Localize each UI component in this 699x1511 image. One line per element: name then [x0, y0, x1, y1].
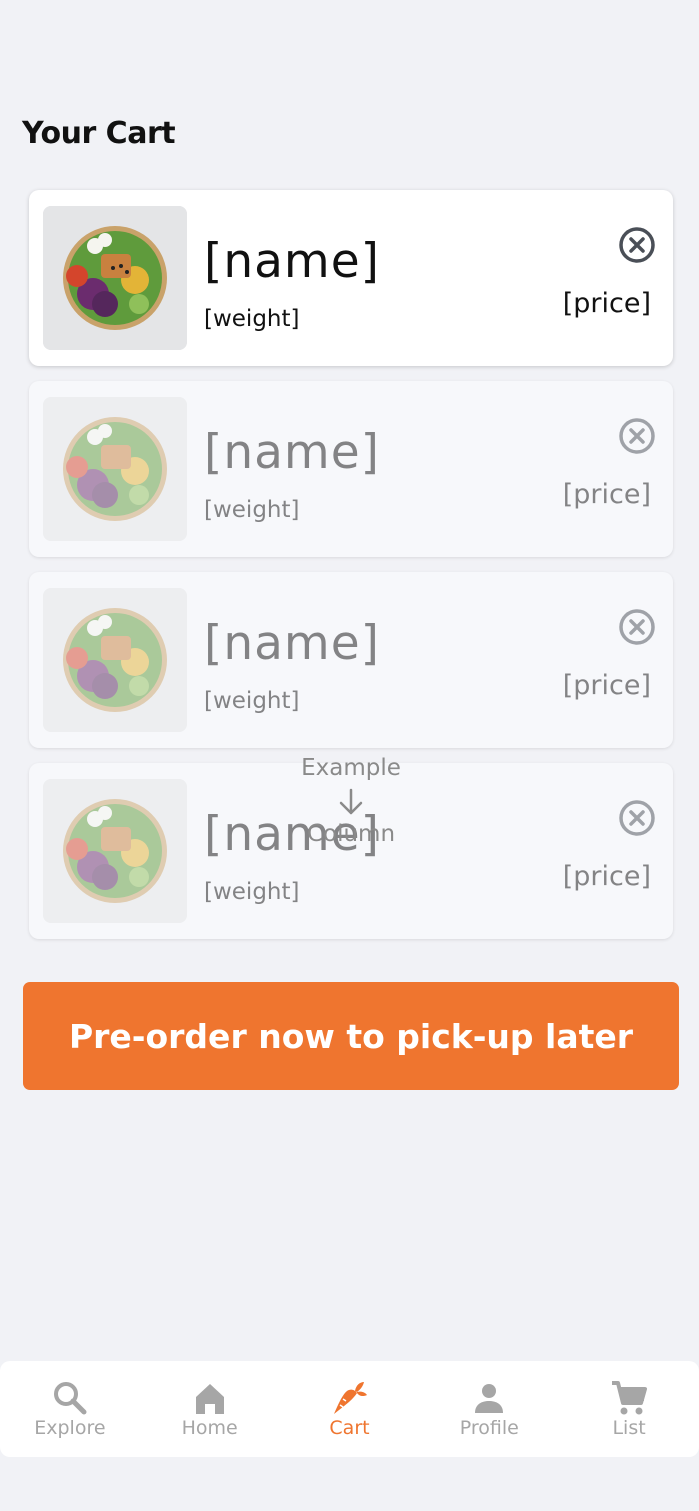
close-circle-icon[interactable] — [618, 226, 656, 264]
cart-item[interactable]: [name] [weight] [price] — [29, 190, 673, 366]
cart-item[interactable]: [name] [weight] [price] — [29, 381, 673, 557]
carrot-icon — [330, 1379, 368, 1417]
bottom-nav: Explore Home Cart Profile List — [0, 1361, 699, 1457]
nav-item-home[interactable]: Home — [140, 1361, 280, 1457]
nav-label: Home — [181, 1417, 238, 1439]
page-title: Your Cart — [22, 116, 176, 151]
item-name: [name] — [204, 425, 380, 480]
nav-label: Explore — [34, 1417, 106, 1439]
person-icon — [470, 1379, 508, 1417]
arrow-down-icon — [337, 787, 365, 817]
nav-label: List — [612, 1417, 646, 1439]
food-bowl-image — [43, 206, 187, 350]
cart-item[interactable]: [name] [weight] [price] — [29, 572, 673, 748]
item-price: [price] — [562, 479, 651, 510]
item-name: [name] — [204, 234, 380, 289]
preorder-button[interactable]: Pre-order now to pick-up later — [23, 982, 679, 1090]
item-price: [price] — [562, 861, 651, 892]
close-circle-icon[interactable] — [618, 417, 656, 455]
food-bowl-image — [43, 779, 187, 923]
item-price: [price] — [562, 288, 651, 319]
overlay-top-label: Example — [301, 755, 401, 781]
item-weight: [weight] — [204, 497, 300, 523]
nav-item-cart[interactable]: Cart — [280, 1361, 420, 1457]
close-circle-icon[interactable] — [618, 799, 656, 837]
nav-item-list[interactable]: List — [559, 1361, 699, 1457]
example-column-overlay: Example Column — [280, 755, 422, 855]
shopping-cart-icon — [610, 1379, 648, 1417]
item-weight: [weight] — [204, 688, 300, 714]
nav-label: Cart — [329, 1417, 370, 1439]
item-weight: [weight] — [204, 879, 300, 905]
food-bowl-image — [43, 588, 187, 732]
item-name: [name] — [204, 616, 380, 671]
nav-item-profile[interactable]: Profile — [419, 1361, 559, 1457]
home-icon — [191, 1379, 229, 1417]
search-icon — [51, 1379, 89, 1417]
cart-screen: Your Cart [name] [weight] [price] [name]… — [0, 0, 699, 1511]
food-bowl-image — [43, 397, 187, 541]
overlay-bottom-label: Column — [306, 821, 396, 847]
item-weight: [weight] — [204, 306, 300, 332]
nav-label: Profile — [459, 1417, 519, 1439]
nav-item-explore[interactable]: Explore — [0, 1361, 140, 1457]
close-circle-icon[interactable] — [618, 608, 656, 646]
item-price: [price] — [562, 670, 651, 701]
